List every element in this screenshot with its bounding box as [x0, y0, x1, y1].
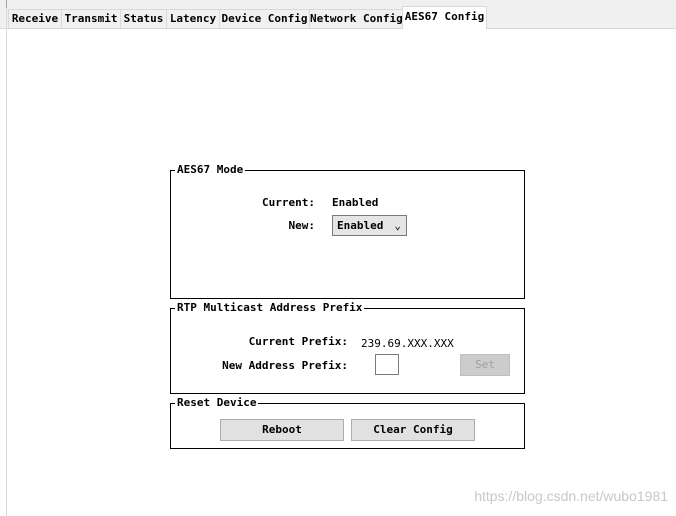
reboot-button[interactable]: Reboot: [220, 419, 344, 441]
new-prefix-input[interactable]: [375, 354, 399, 375]
chevron-down-icon: ⌄: [394, 219, 401, 232]
current-mode-value: Enabled: [332, 196, 379, 209]
current-mode-label: Current:: [262, 196, 315, 209]
tab-device-config[interactable]: Device Config: [219, 9, 310, 28]
rtp-prefix-group: RTP Multicast Address Prefix Current Pre…: [170, 301, 525, 394]
aes67-mode-group: AES67 Mode Current: Enabled New: Enabled…: [170, 163, 525, 299]
current-prefix-label: Current Prefix:: [248, 335, 348, 348]
tab-receive[interactable]: Receive: [8, 9, 62, 28]
tab-network-config[interactable]: Network Config: [309, 9, 403, 28]
clear-config-button[interactable]: Clear Config: [351, 419, 475, 441]
new-mode-label: New:: [288, 219, 316, 232]
tab-latency[interactable]: Latency: [166, 9, 220, 28]
group-title: AES67 Mode: [175, 163, 246, 176]
aes67-mode-select[interactable]: Enabled ⌄: [332, 215, 407, 236]
group-title: RTP Multicast Address Prefix: [175, 301, 365, 314]
tab-transmit[interactable]: Transmit: [61, 9, 121, 28]
group-title: Reset Device: [175, 396, 259, 409]
tab-aes67-config[interactable]: AES67 Config: [402, 6, 487, 29]
set-button[interactable]: Set: [460, 354, 510, 376]
select-value: Enabled: [337, 219, 384, 232]
window-border: [6, 8, 7, 516]
current-prefix-value: 239.69.XXX.XXX: [361, 337, 454, 350]
reset-device-group: Reset Device Reboot Clear Config: [170, 396, 525, 449]
new-prefix-label: New Address Prefix:: [222, 359, 348, 372]
tab-status[interactable]: Status: [120, 9, 167, 28]
watermark: https://blog.csdn.net/wubo1981: [474, 488, 668, 504]
